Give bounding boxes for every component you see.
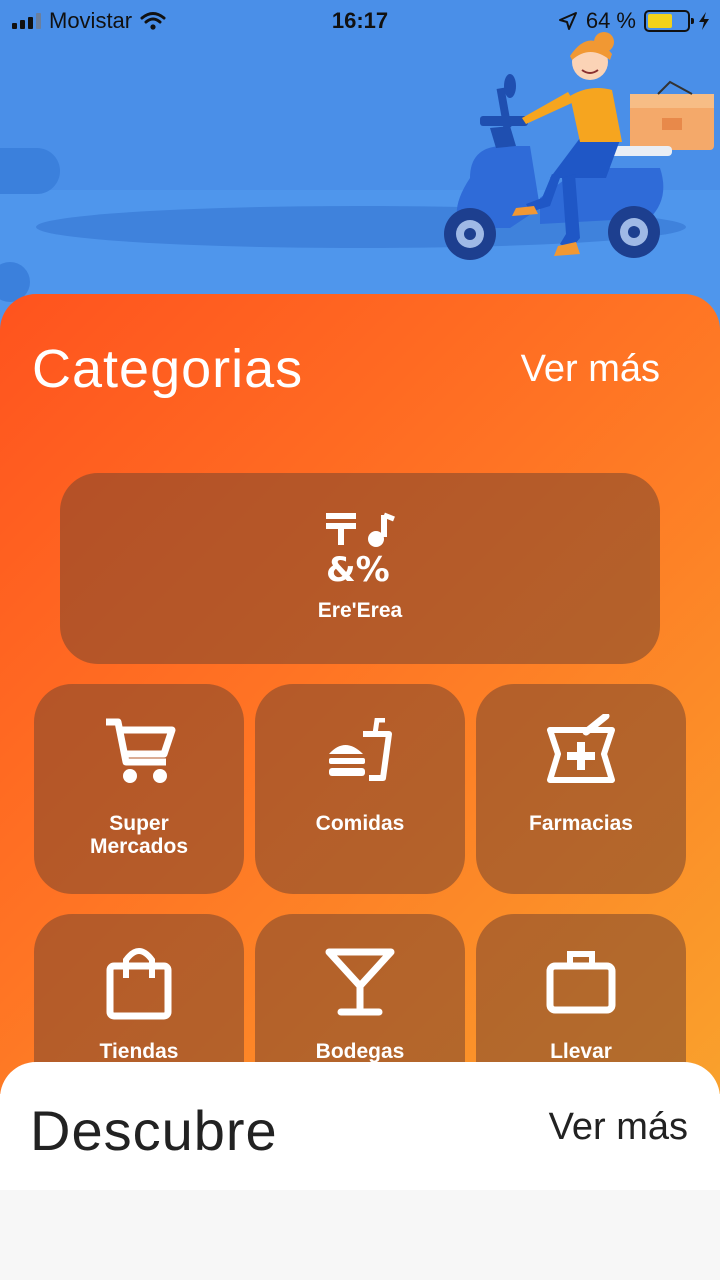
category-tile-ereerea[interactable]: &% Ere'Erea bbox=[60, 473, 660, 664]
category-label: Farmacias bbox=[529, 812, 633, 835]
category-label: Super Mercados bbox=[89, 812, 189, 858]
category-tile-comidas[interactable]: Comidas bbox=[255, 684, 465, 894]
shopping-cart-icon bbox=[106, 718, 176, 783]
discover-section: Descubre Ver más bbox=[0, 1062, 720, 1280]
battery-icon bbox=[644, 10, 694, 32]
svg-text:&%: &% bbox=[326, 550, 390, 585]
category-label: Bodegas bbox=[315, 1040, 405, 1063]
discover-content-area bbox=[0, 1190, 720, 1280]
categories-panel: Categorias Ver más &% Ere'Erea Super Mer… bbox=[0, 294, 720, 1094]
category-label: Ere'Erea bbox=[317, 599, 403, 622]
mixed-symbols-icon: &% bbox=[326, 512, 395, 585]
battery-percent: 64 % bbox=[585, 8, 636, 33]
status-right: 64 % bbox=[558, 8, 710, 34]
pharmacy-mortar-icon bbox=[547, 714, 615, 783]
category-tile-supermercados[interactable]: Super Mercados bbox=[34, 684, 244, 894]
hero-banner bbox=[0, 0, 720, 330]
charging-bolt-icon bbox=[699, 12, 709, 30]
status-bar: Movistar 16:17 64 % bbox=[0, 0, 720, 40]
category-label: Comidas bbox=[315, 812, 405, 835]
discover-title: Descubre bbox=[30, 1099, 278, 1162]
discover-see-more-link[interactable]: Ver más bbox=[549, 1106, 688, 1149]
category-label: Tiendas bbox=[99, 1040, 179, 1063]
category-tile-farmacias[interactable]: Farmacias bbox=[476, 684, 686, 894]
fast-food-icon bbox=[329, 718, 392, 781]
location-arrow-icon bbox=[558, 12, 577, 30]
briefcase-icon bbox=[546, 951, 616, 1014]
categories-title: Categorias bbox=[32, 339, 304, 399]
cocktail-glass-icon bbox=[325, 948, 395, 1016]
hero-cloud bbox=[0, 148, 60, 194]
category-label: Llevar bbox=[550, 1040, 612, 1063]
delivery-scooter-illustration bbox=[444, 32, 714, 260]
categories-see-more-link[interactable]: Ver más bbox=[521, 348, 660, 391]
shopping-bag-icon bbox=[106, 948, 172, 1020]
